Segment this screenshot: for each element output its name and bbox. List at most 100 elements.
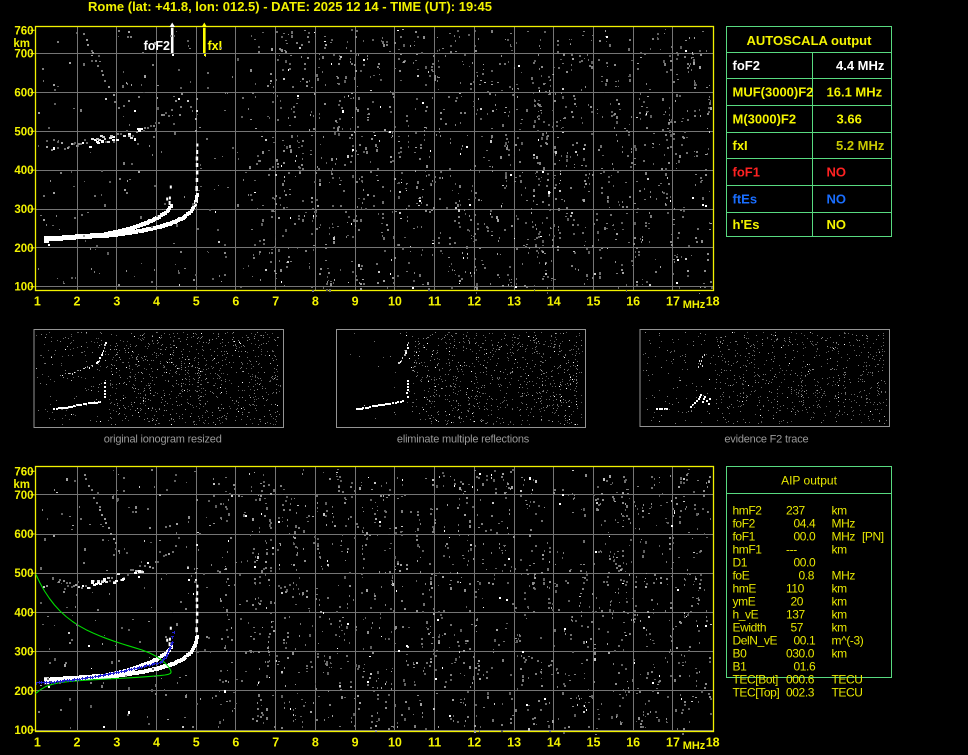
svg-text:h_vE: h_vE [733,608,759,622]
svg-text:fxI: fxI [208,39,223,53]
svg-text:km: km [832,647,848,661]
svg-text:700: 700 [14,490,33,502]
svg-text:km: km [832,543,848,557]
svg-text:500: 500 [14,126,33,138]
svg-text:6: 6 [232,736,239,750]
svg-text:ftEs: ftEs [733,192,758,207]
svg-text:8: 8 [312,736,319,750]
svg-text:5: 5 [193,736,200,750]
svg-text:B0: B0 [733,647,748,661]
svg-text:137: 137 [786,608,806,622]
svg-text:DelN_vE: DelN_vE [733,634,778,648]
svg-text:04.4: 04.4 [794,517,816,531]
svg-text:300: 300 [14,204,33,216]
svg-text:13: 13 [507,736,521,750]
svg-text:3: 3 [113,295,120,309]
svg-text:18: 18 [706,736,720,750]
svg-text:evidence F2 trace: evidence F2 trace [724,434,808,446]
svg-text:200: 200 [14,686,33,698]
svg-text:MHz: MHz [683,740,706,752]
svg-text:7: 7 [272,736,279,750]
svg-text:400: 400 [14,607,33,619]
svg-text:TEC[Top]: TEC[Top] [733,686,780,700]
svg-text:57: 57 [791,621,804,635]
svg-text:13: 13 [507,295,521,309]
svg-text:2: 2 [74,736,81,750]
svg-text:foE: foE [733,569,750,583]
svg-text:12: 12 [467,736,481,750]
svg-text:002.3: 002.3 [786,686,815,700]
svg-text:18: 18 [706,295,720,309]
svg-text:AIP output: AIP output [781,474,837,488]
svg-text:NO: NO [827,192,847,207]
svg-text:11: 11 [428,295,441,309]
svg-text:D1: D1 [733,556,748,570]
svg-text:700: 700 [14,49,33,61]
svg-text:fxI: fxI [733,138,748,153]
svg-text:km: km [832,504,848,518]
svg-text:km: km [13,479,30,491]
svg-text:2: 2 [74,295,81,309]
svg-text:TEC[Bot]: TEC[Bot] [733,673,779,687]
svg-text:15: 15 [587,736,601,750]
svg-text:1: 1 [34,736,41,750]
svg-text:[PN]: [PN] [862,530,884,544]
svg-text:TECU: TECU [832,673,863,687]
svg-text:B1: B1 [733,660,748,674]
svg-text:16.1 MHz: 16.1 MHz [827,85,883,100]
svg-text:01.6: 01.6 [794,660,816,674]
svg-text:hmE: hmE [733,582,757,596]
svg-text:foF2: foF2 [733,517,756,531]
svg-text:km: km [832,582,848,596]
svg-text:20: 20 [791,595,804,609]
svg-text:original ionogram resized: original ionogram resized [104,434,222,446]
svg-text:12: 12 [467,295,481,309]
svg-text:17: 17 [666,295,680,309]
svg-text:9: 9 [352,736,359,750]
svg-text:km: km [832,595,848,609]
svg-text:foF2: foF2 [144,39,170,53]
svg-text:ymE: ymE [733,595,756,609]
svg-text:237: 237 [786,504,806,518]
svg-text:AUTOSCALA output: AUTOSCALA output [747,33,873,48]
svg-text:MHz: MHz [832,530,856,544]
svg-text:300: 300 [14,647,33,659]
svg-text:760: 760 [14,466,33,478]
svg-text:5.2 MHz: 5.2 MHz [836,138,885,153]
svg-text:9: 9 [352,295,359,309]
svg-text:15: 15 [587,295,601,309]
svg-text:110: 110 [786,582,805,596]
svg-text:4: 4 [153,295,160,309]
svg-text:eliminate multiple reflections: eliminate multiple reflections [397,434,530,446]
svg-text:MHz: MHz [683,299,706,311]
svg-text:---: --- [786,543,797,557]
svg-text:foF1: foF1 [733,165,760,180]
svg-text:km: km [832,621,848,635]
svg-text:14: 14 [547,295,561,309]
svg-text:00.0: 00.0 [794,556,816,570]
svg-text:km: km [832,608,848,622]
svg-text:200: 200 [14,243,33,255]
svg-text:600: 600 [14,88,33,100]
svg-text:Rome (lat: +41.8, lon: 012.5): Rome (lat: +41.8, lon: 012.5) - DATE: 20… [88,0,492,14]
svg-text:MUF(3000)F2: MUF(3000)F2 [733,85,814,100]
svg-text:MHz: MHz [832,569,856,583]
svg-text:MHz: MHz [832,517,856,531]
svg-text:3: 3 [113,736,120,750]
svg-text:hmF1: hmF1 [733,543,763,557]
svg-text:14: 14 [547,736,561,750]
svg-text:4: 4 [153,736,160,750]
svg-text:5: 5 [193,295,200,309]
svg-text:00.0: 00.0 [794,530,816,544]
svg-text:11: 11 [428,736,441,750]
svg-text:10: 10 [388,736,402,750]
svg-text:10: 10 [388,295,402,309]
svg-text:TECU: TECU [832,686,863,700]
svg-text:h'Es: h'Es [733,217,760,232]
svg-text:0.8: 0.8 [799,569,815,583]
svg-text:1: 1 [34,295,41,309]
svg-text:500: 500 [14,568,33,580]
svg-text:foF2: foF2 [733,58,760,73]
svg-text:foF1: foF1 [733,530,756,544]
svg-text:16: 16 [626,736,640,750]
